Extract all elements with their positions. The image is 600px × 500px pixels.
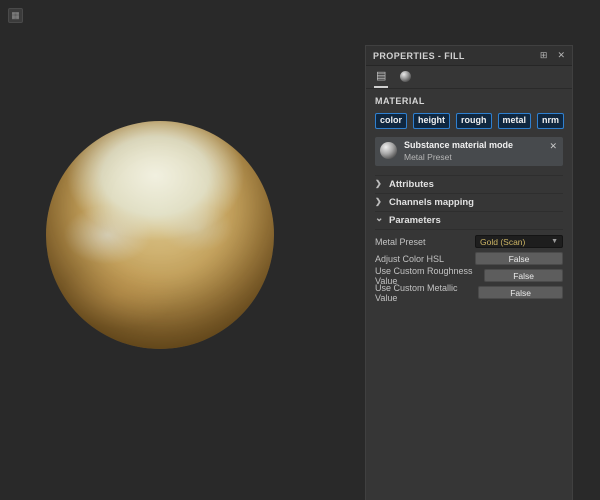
parameters-list: Metal Preset Gold (Scan) ▼ Adjust Color … [375,228,563,303]
chevron-right-icon: ❯ [375,197,382,207]
channel-metal-button[interactable]: metal [497,113,532,129]
section-channels-mapping-label: Channels mapping [389,196,474,208]
channel-rough-button[interactable]: rough [456,113,492,129]
dropdown-selected-value: Gold (Scan) [480,236,526,247]
channel-buttons: color height rough metal nrm [375,113,565,129]
param-label: Metal Preset [375,236,426,247]
section-attributes[interactable]: ❯ Attributes [375,174,563,193]
tab-material[interactable] [398,66,413,88]
material-mode-subtitle: Metal Preset [404,151,452,162]
param-row-adjust-color-hsl: Adjust Color HSL False [375,251,563,267]
form-icon: ▤ [376,69,387,82]
channel-nrm-button[interactable]: nrm [537,113,565,129]
metal-preset-dropdown[interactable]: Gold (Scan) ▼ [475,235,563,249]
use-custom-roughness-toggle[interactable]: False [484,269,563,283]
channel-color-button[interactable]: color [375,113,408,129]
section-channels-mapping[interactable]: ❯ Channels mapping [375,192,563,211]
channel-height-button[interactable]: height [413,113,451,129]
material-thumbnail [380,141,397,159]
dock-icon[interactable]: ⊞ [540,51,548,60]
tab-properties[interactable]: ▤ [374,66,389,88]
section-attributes-label: Attributes [389,178,434,190]
dropdown-arrow-icon: ▼ [551,238,558,246]
properties-panel: PROPERTIES - FILL ⊞ ✕ ▤ MATERIAL color h… [365,45,573,500]
material-section-label: MATERIAL [375,96,425,106]
close-icon[interactable]: ✕ [557,51,565,60]
remove-material-icon[interactable]: ✕ [549,141,557,151]
param-row-custom-metallic: Use Custom Metallic Value False [375,282,563,303]
substance-material-mode-card[interactable]: Substance material mode Metal Preset ✕ [375,136,563,166]
param-label: Use Custom Metallic Value [375,282,458,303]
param-row-custom-roughness: Use Custom Roughness Value False [375,266,563,286]
param-row-metal-preset: Metal Preset Gold (Scan) ▼ [375,234,563,250]
material-mode-title: Substance material mode [404,139,514,150]
section-parameters-label: Parameters [389,214,441,226]
sphere-icon [400,70,412,82]
adjust-color-hsl-toggle[interactable]: False [475,252,563,266]
app-window: ▦ PROPERTIES - FILL ⊞ ✕ ▤ MATERIAL color… [0,0,600,500]
chevron-right-icon: ❯ [375,179,382,189]
grid-icon: ▦ [11,10,20,20]
viewport-widget-icon[interactable]: ▦ [8,8,23,23]
section-parameters[interactable]: ⌄ Parameters [375,210,563,229]
panel-header-actions: ⊞ ✕ [540,51,565,60]
material-preview-sphere[interactable] [46,121,274,349]
material-mode-text: Substance material mode Metal Preset [404,140,549,162]
panel-title: PROPERTIES - FILL [373,50,465,61]
param-label: Adjust Color HSL [375,253,445,264]
use-custom-metallic-toggle[interactable]: False [478,286,563,300]
panel-toolbar: ▤ [366,66,572,89]
panel-header: PROPERTIES - FILL ⊞ ✕ [366,46,572,66]
chevron-down-icon: ⌄ [375,212,384,224]
panel-body: MATERIAL color height rough metal nrm Su… [366,89,572,303]
